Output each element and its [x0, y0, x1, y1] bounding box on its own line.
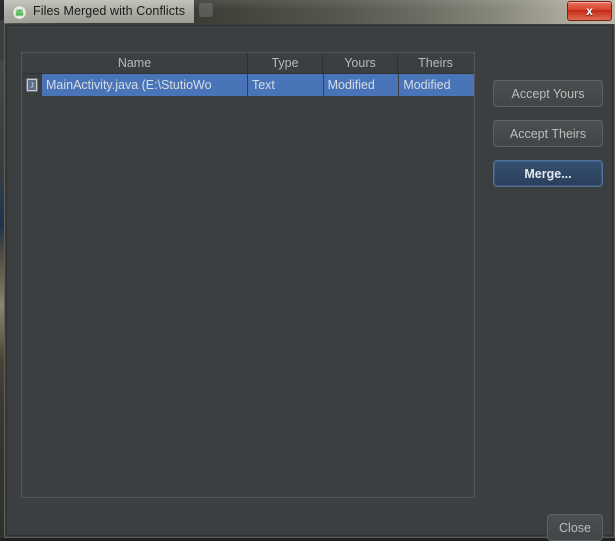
table-row[interactable]: J MainActivity.java (E:\StutioWo Text Mo…	[22, 74, 474, 96]
accept-theirs-button[interactable]: Accept Theirs	[493, 120, 603, 147]
background-window-icon	[199, 3, 213, 17]
window-title: Files Merged with Conflicts	[33, 4, 185, 18]
file-name-text: MainActivity.java (E:\StutioWo	[42, 78, 212, 92]
dialog-body: Name Type Yours Theirs J	[4, 24, 615, 538]
cell-type: Text	[248, 74, 323, 96]
close-icon: x	[586, 5, 593, 17]
column-header-theirs[interactable]: Theirs	[398, 53, 473, 73]
java-file-icon: J	[22, 74, 42, 96]
close-button[interactable]: Close	[547, 514, 603, 541]
cell-yours: Modified	[324, 74, 399, 96]
action-button-group: Accept Yours Accept Theirs Merge...	[493, 80, 603, 200]
android-studio-icon	[12, 5, 27, 20]
cell-name: J MainActivity.java (E:\StutioWo	[22, 74, 247, 96]
merge-button[interactable]: Merge...	[493, 160, 603, 187]
column-header-type[interactable]: Type	[248, 53, 323, 73]
column-header-yours[interactable]: Yours	[323, 53, 398, 73]
title-bar[interactable]: Files Merged with Conflicts x	[4, 0, 615, 24]
accept-yours-button[interactable]: Accept Yours	[493, 80, 603, 107]
window-close-button[interactable]: x	[567, 1, 612, 21]
cell-theirs: Modified	[399, 74, 474, 96]
table-header-row: Name Type Yours Theirs	[22, 53, 474, 74]
dialog-content-area: Name Type Yours Theirs J	[6, 25, 613, 536]
column-header-name[interactable]: Name	[22, 53, 248, 73]
dialog-window: Files Merged with Conflicts x Name Type …	[4, 0, 615, 538]
conflicts-table[interactable]: Name Type Yours Theirs J	[21, 52, 475, 498]
svg-text:J: J	[30, 83, 34, 90]
